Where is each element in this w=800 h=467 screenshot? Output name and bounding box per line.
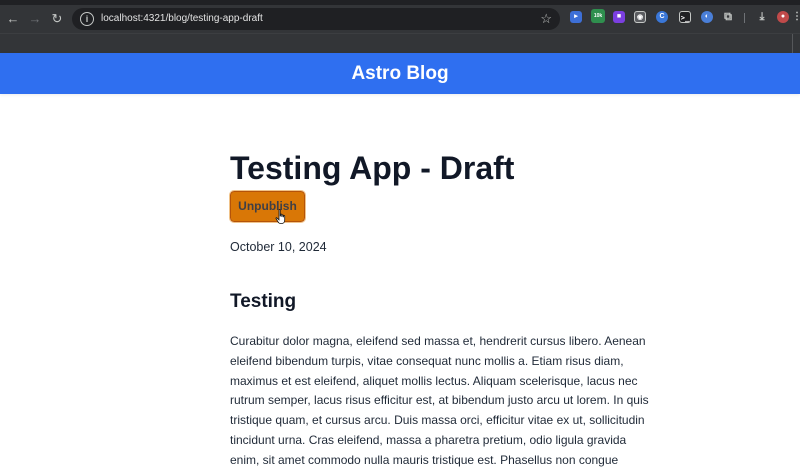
hand-cursor-icon <box>275 209 286 224</box>
menu-icon[interactable]: ⋮ <box>792 11 800 23</box>
post-title: Testing App - Draft <box>230 150 515 186</box>
bookmarks-divider <box>792 34 800 54</box>
toolbar-divider <box>744 13 745 23</box>
speed-extension-icon[interactable]: 10k <box>591 9 605 23</box>
terminal-extension-icon[interactable]: >_ <box>679 11 691 23</box>
article: Testing App - Draft Unpublish October 10… <box>229 94 650 467</box>
address-bar[interactable]: i localhost:4321/blog/testing-app-draft … <box>72 8 560 30</box>
browser-toolbar: ← → ↻ i localhost:4321/blog/testing-app-… <box>0 5 800 33</box>
eye-extension-icon[interactable]: ◉ <box>634 11 646 23</box>
site-title[interactable]: Astro Blog <box>0 53 800 94</box>
browser-chrome: ← → ↻ i localhost:4321/blog/testing-app-… <box>0 0 800 54</box>
globe-extension-icon[interactable]: ◐ <box>701 11 713 23</box>
bookmark-star-icon[interactable]: ☆ <box>540 10 552 28</box>
forward-arrow-icon[interactable]: → <box>26 10 44 28</box>
section-heading: Testing <box>230 291 297 312</box>
site-info-icon[interactable]: i <box>80 12 94 26</box>
unpublish-button[interactable]: Unpublish <box>229 190 306 223</box>
back-arrow-icon[interactable]: ← <box>4 10 22 28</box>
post-date: October 10, 2024 <box>230 240 327 254</box>
post-body-paragraph: Curabitur dolor magna, eleifend sed mass… <box>230 334 649 467</box>
reload-icon[interactable]: ↻ <box>48 10 66 28</box>
video-extension-icon[interactable]: ▸ <box>570 11 582 23</box>
profile-avatar[interactable]: ● <box>777 11 789 23</box>
site-header: Astro Blog <box>0 53 800 94</box>
download-icon[interactable]: ⤓ <box>756 11 768 23</box>
c-extension-icon[interactable]: C <box>656 11 668 23</box>
url-text[interactable]: localhost:4321/blog/testing-app-draft <box>101 12 263 26</box>
puzzle-extensions-icon[interactable]: ⧉ <box>722 11 734 23</box>
bookmarks-bar <box>0 33 800 54</box>
purple-extension-icon[interactable]: ■ <box>613 11 625 23</box>
